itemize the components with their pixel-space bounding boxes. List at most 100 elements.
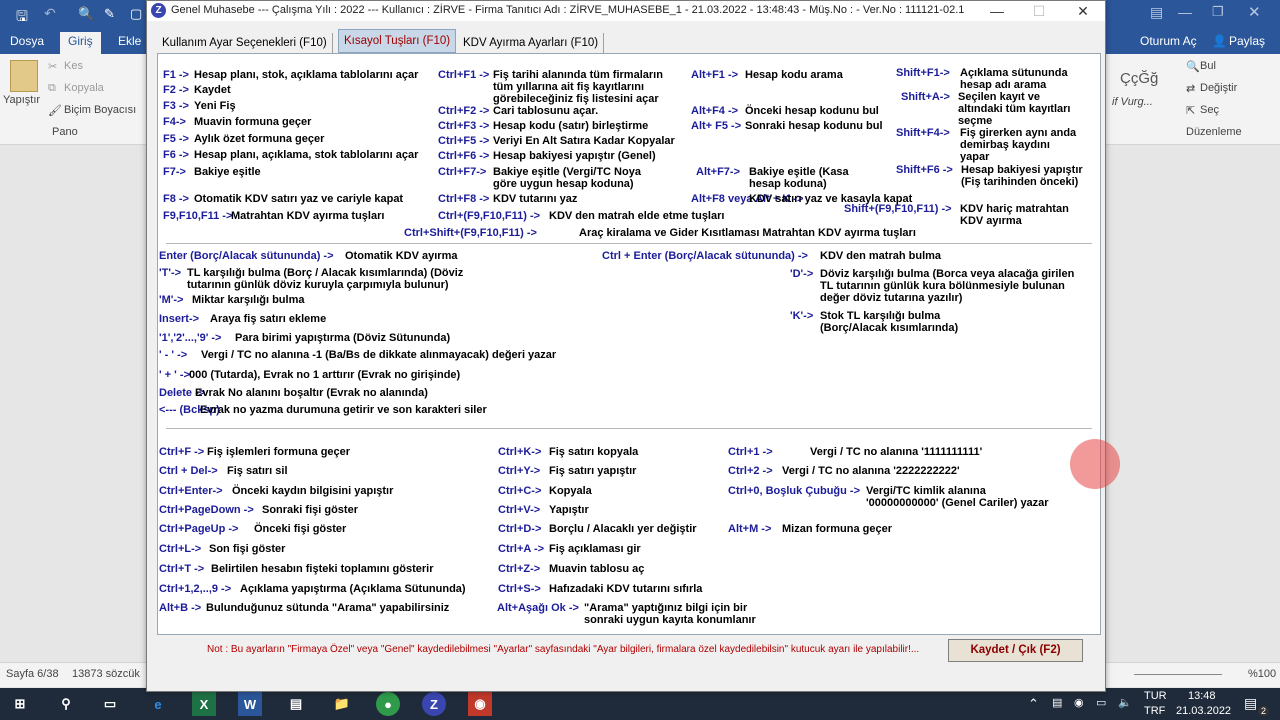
shortcut-description: Miktar karşılığı bulma	[192, 294, 305, 306]
page-indicator[interactable]: Sayfa 6/38	[6, 668, 59, 680]
app-title-bar: Z Genel Muhasebe --- Çalışma Yılı : 2022…	[147, 1, 1105, 21]
edge-icon[interactable]: e	[146, 692, 170, 716]
replace-icon[interactable]: ⇄	[1186, 82, 1195, 95]
shortcuts-panel: F1 -> Hesap planı, stok, açıklama tablola…	[157, 53, 1120, 635]
find-button[interactable]: Bul	[1200, 60, 1216, 72]
shortcut-key: F4->	[163, 116, 186, 128]
wifi-icon[interactable]: ◉	[1074, 696, 1084, 709]
share-icon[interactable]: 👤	[1212, 34, 1227, 48]
excel-icon[interactable]: X	[192, 692, 216, 716]
zoom-slider[interactable]	[1134, 674, 1222, 675]
section-divider	[166, 243, 1092, 244]
word-icon[interactable]: W	[238, 692, 262, 716]
ribbon-display-icon[interactable]: ▤	[1150, 4, 1163, 21]
shortcut-key: Alt+M ->	[728, 523, 772, 535]
format-painter-icon[interactable]: 🖌	[48, 104, 62, 117]
store-icon[interactable]: ▤	[284, 692, 308, 716]
paste-icon[interactable]	[10, 60, 38, 92]
maximize-button[interactable]: ☐	[1019, 1, 1059, 21]
find-icon[interactable]: 🔍	[1186, 60, 1200, 73]
task-view-icon[interactable]: ▭	[98, 692, 122, 716]
new-doc-icon[interactable]: ▢	[130, 6, 142, 22]
shortcut-description: Vergi/TC kimlik alanına	[866, 485, 986, 497]
shortcut-description: Hesap bakiyesi yapıştır (Genel)	[493, 150, 656, 162]
shortcut-description: Bakiye eşitle (Vergi/TC Noya	[493, 166, 641, 178]
windows-start-icon[interactable]: ⊞	[8, 692, 32, 716]
word-close-icon[interactable]: ✕	[1248, 3, 1261, 21]
minimize-button[interactable]: —	[977, 1, 1017, 21]
network-icon[interactable]: ▤	[1052, 696, 1062, 709]
shortcut-key: Ctrl+0, Boşluk Çubuğu ->	[728, 485, 861, 497]
shortcut-description: demirbaş kaydını	[960, 139, 1050, 151]
language-sub[interactable]: TRF	[1144, 705, 1165, 717]
format-painter-button[interactable]: Biçim Boyacısı	[64, 104, 136, 116]
shortcut-description: KDV den matrah elde etme tuşları	[549, 210, 725, 222]
tab-ekle[interactable]: Ekle	[118, 34, 141, 48]
close-button[interactable]: ✕	[1063, 1, 1103, 21]
shortcut-description: Hafızadaki KDV tutarını sıfırla	[549, 583, 703, 595]
capture-tool-icon[interactable]: ◉	[468, 692, 492, 716]
shortcut-description: yapar	[960, 151, 990, 163]
language-indicator[interactable]: TUR	[1144, 690, 1167, 702]
shortcut-description: Fiş tarihi alanında tüm firmaların	[493, 69, 663, 81]
taskbar: ⊞ ⚲ ▭ e X W ▤ 📁 ● Z ◉ ⌃ ▤ ◉ ▭ 🔈 TUR TRF …	[0, 688, 1280, 720]
zirve-app-icon[interactable]: Z	[422, 692, 446, 716]
clipboard-group-label: Pano	[52, 126, 78, 138]
share-button[interactable]: Paylaş	[1229, 34, 1265, 48]
shortcut-key: Ctrl+S->	[498, 583, 541, 595]
copy-button[interactable]: Kopyala	[64, 82, 104, 94]
shortcut-key: Ctrl+PageUp ->	[159, 523, 239, 535]
save-exit-button[interactable]: Kaydet / Çık (F2)	[948, 639, 1083, 662]
cut-icon[interactable]: ✂	[48, 60, 57, 73]
clock-time[interactable]: 13:48	[1188, 690, 1216, 702]
undo-icon[interactable]: ↶	[44, 5, 56, 22]
select-button[interactable]: Seç	[1200, 104, 1219, 116]
zoom-level[interactable]: %100	[1248, 668, 1276, 680]
word-restore-icon[interactable]: ❐	[1212, 4, 1224, 20]
file-explorer-icon[interactable]: 📁	[330, 692, 354, 716]
save-icon[interactable]: 🖫	[16, 6, 28, 30]
shortcut-key: F7->	[163, 166, 186, 178]
style-preview-b[interactable]: if Vurg...	[1112, 96, 1153, 108]
sign-in-link[interactable]: Oturum Aç	[1140, 34, 1197, 48]
shortcut-description: Hesap planı, stok, açıklama tablolarını …	[194, 69, 419, 81]
paste-button[interactable]: Yapıştır	[3, 94, 40, 106]
shortcut-key: '1','2'...,'9' ->	[159, 332, 222, 344]
notification-icon[interactable]: ▤	[1244, 695, 1257, 712]
shortcut-description: görebileceğiniz fiş listesini açar	[493, 93, 659, 105]
search-icon[interactable]: ⚲	[54, 692, 78, 716]
volume-icon[interactable]: 🔈	[1118, 696, 1132, 709]
shortcut-key: F3 ->	[163, 100, 189, 112]
select-icon[interactable]: ⇱	[1186, 104, 1195, 117]
tab-giris[interactable]: Giriş	[60, 32, 101, 54]
cut-button[interactable]: Kes	[64, 60, 83, 72]
shortcut-description: Fiş satırı yapıştır	[549, 465, 637, 477]
shortcut-key: Ctrl+Enter->	[159, 485, 223, 497]
tab-kdv-ayirma[interactable]: KDV Ayırma Ayarları (F10)	[458, 33, 605, 53]
shortcut-key: Shift+(F9,F10,F11) ->	[844, 203, 952, 215]
shortcut-description: Son fişi göster	[209, 543, 286, 555]
battery-icon[interactable]: ▭	[1096, 696, 1106, 709]
tab-dosya[interactable]: Dosya	[10, 34, 44, 48]
shortcut-key: F5 ->	[163, 133, 189, 145]
shortcut-key: F6 ->	[163, 149, 189, 161]
copy-icon[interactable]: ⧉	[48, 82, 56, 95]
spelling-icon[interactable]: ✎	[104, 6, 115, 22]
shortcut-description: Önceki hesap kodunu bul	[745, 105, 879, 117]
replace-button[interactable]: Değiştir	[1200, 82, 1237, 94]
tray-chevron-icon[interactable]: ⌃	[1028, 696, 1039, 712]
tab-kullanim-ayar[interactable]: Kullanım Ayar Seçenekleri (F10)	[157, 33, 333, 53]
shortcut-description: Otomatik KDV ayırma	[345, 250, 458, 262]
clock-date[interactable]: 21.03.2022	[1176, 705, 1231, 717]
tab-kisayol-tuslari[interactable]: Kısayol Tuşları (F10)	[338, 29, 457, 53]
shortcut-key: Ctrl+F1 ->	[438, 69, 490, 81]
word-minimize-icon[interactable]: —	[1178, 4, 1192, 20]
style-preview-a[interactable]: ÇçĞğ	[1120, 70, 1158, 87]
print-preview-icon[interactable]: 🔍	[78, 6, 94, 22]
shortcut-description: tutarının günlük döviz kuruyla çarpımıyl…	[187, 279, 449, 291]
shortcut-description: Vergi / TC no alanına '1111111111'	[810, 446, 983, 458]
word-count[interactable]: 13873 sözcük	[72, 668, 140, 680]
shortcut-key: Alt+Aşağı Ok ->	[497, 602, 579, 614]
chrome-icon[interactable]: ●	[376, 692, 400, 716]
shortcut-description: seçme	[958, 115, 993, 127]
